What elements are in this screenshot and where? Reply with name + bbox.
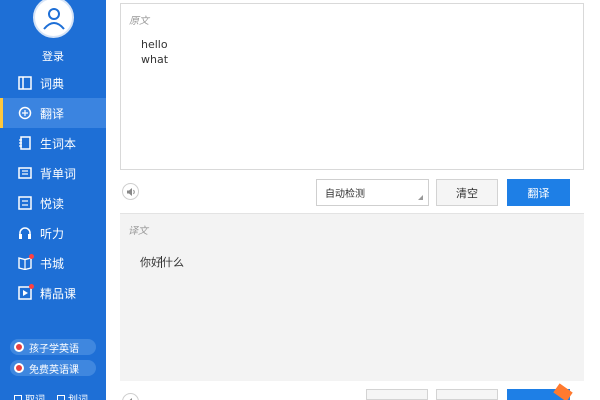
sidebar-item-dictionary[interactable]: 词典 [0, 68, 106, 98]
word-capture-checkbox[interactable]: 取词 [14, 391, 45, 400]
app-window: 登录 词典 翻译 生词本 背单词 悦读 听力 书城 精品课 孩子学英语 免费英语… [0, 0, 600, 400]
source-text-area[interactable]: 原文 hello what [120, 3, 584, 170]
source-speaker-button[interactable] [122, 183, 139, 200]
flashcard-icon [18, 166, 32, 180]
promo-kids-english[interactable]: 孩子学英语 [10, 339, 96, 355]
sidebar-item-label: 生词本 [40, 136, 77, 151]
result-action-button-3[interactable] [507, 383, 573, 400]
sidebar-item-wordbook[interactable]: 生词本 [0, 128, 106, 158]
result-text-part: 你好 [140, 256, 162, 269]
sidebar-item-translate[interactable]: 翻译 [0, 98, 106, 128]
book-icon [18, 76, 32, 90]
word-select-checkbox[interactable]: 划词 [57, 391, 88, 400]
sidebar-item-label: 翻译 [40, 106, 65, 121]
sidebar-item-listening[interactable]: 听力 [0, 218, 106, 248]
sidebar-item-label: 书城 [40, 256, 65, 271]
reading-icon [18, 196, 32, 210]
avatar[interactable] [33, 0, 74, 38]
result-text-area[interactable]: 译文 你好什么 [120, 213, 584, 381]
language-select[interactable]: 自动检测 [316, 179, 429, 206]
notification-dot [29, 284, 34, 289]
clear-button[interactable]: 清空 [436, 179, 498, 206]
sidebar-nav: 词典 翻译 生词本 背单词 悦读 听力 书城 精品课 [0, 68, 106, 308]
result-text: 你好什么 [140, 254, 184, 270]
notebook-icon [18, 136, 32, 150]
sidebar-item-courses[interactable]: 精品课 [0, 278, 106, 308]
source-text: hello what [141, 38, 169, 66]
new-badge-icon [553, 383, 573, 400]
checkbox-label: 取词 [25, 391, 45, 400]
dropdown-arrow-icon [418, 195, 423, 200]
user-icon [42, 7, 65, 30]
sidebar-item-label: 听力 [40, 226, 65, 241]
bottom-options: 取词 划词 [14, 391, 88, 400]
sidebar-item-reading[interactable]: 悦读 [0, 188, 106, 218]
sidebar: 登录 词典 翻译 生词本 背单词 悦读 听力 书城 精品课 孩子学英语 免费英语… [0, 0, 106, 400]
result-speaker-button[interactable] [122, 393, 139, 400]
sidebar-item-label: 精品课 [40, 286, 77, 301]
promo-label: 免费英语课 [29, 364, 79, 376]
promo-icon [14, 342, 24, 352]
checkbox-label: 划词 [68, 391, 88, 400]
speaker-icon [126, 187, 135, 196]
notification-dot [29, 254, 34, 259]
source-label: 原文 [129, 16, 149, 27]
sidebar-item-label: 悦读 [40, 196, 65, 211]
promo-label: 孩子学英语 [29, 343, 79, 355]
bookstore-icon [18, 254, 34, 270]
sidebar-item-label: 词典 [40, 76, 65, 91]
sidebar-item-memorize[interactable]: 背单词 [0, 158, 106, 188]
translate-button[interactable]: 翻译 [507, 179, 570, 206]
promo-icon [14, 363, 24, 373]
sidebar-item-label: 背单词 [40, 166, 77, 181]
headphones-icon [18, 226, 32, 240]
login-link[interactable]: 登录 [0, 48, 106, 64]
language-select-value: 自动检测 [325, 189, 365, 200]
video-course-icon [18, 284, 34, 300]
result-action-button-1[interactable] [366, 389, 428, 400]
speaker-icon [126, 397, 132, 400]
result-action-button-2[interactable] [436, 389, 498, 400]
promo-free-course[interactable]: 免费英语课 [10, 360, 96, 376]
sidebar-item-bookstore[interactable]: 书城 [0, 248, 106, 278]
translate-icon [18, 106, 32, 120]
result-label: 译文 [128, 226, 148, 237]
result-text-part: 什么 [162, 256, 184, 269]
